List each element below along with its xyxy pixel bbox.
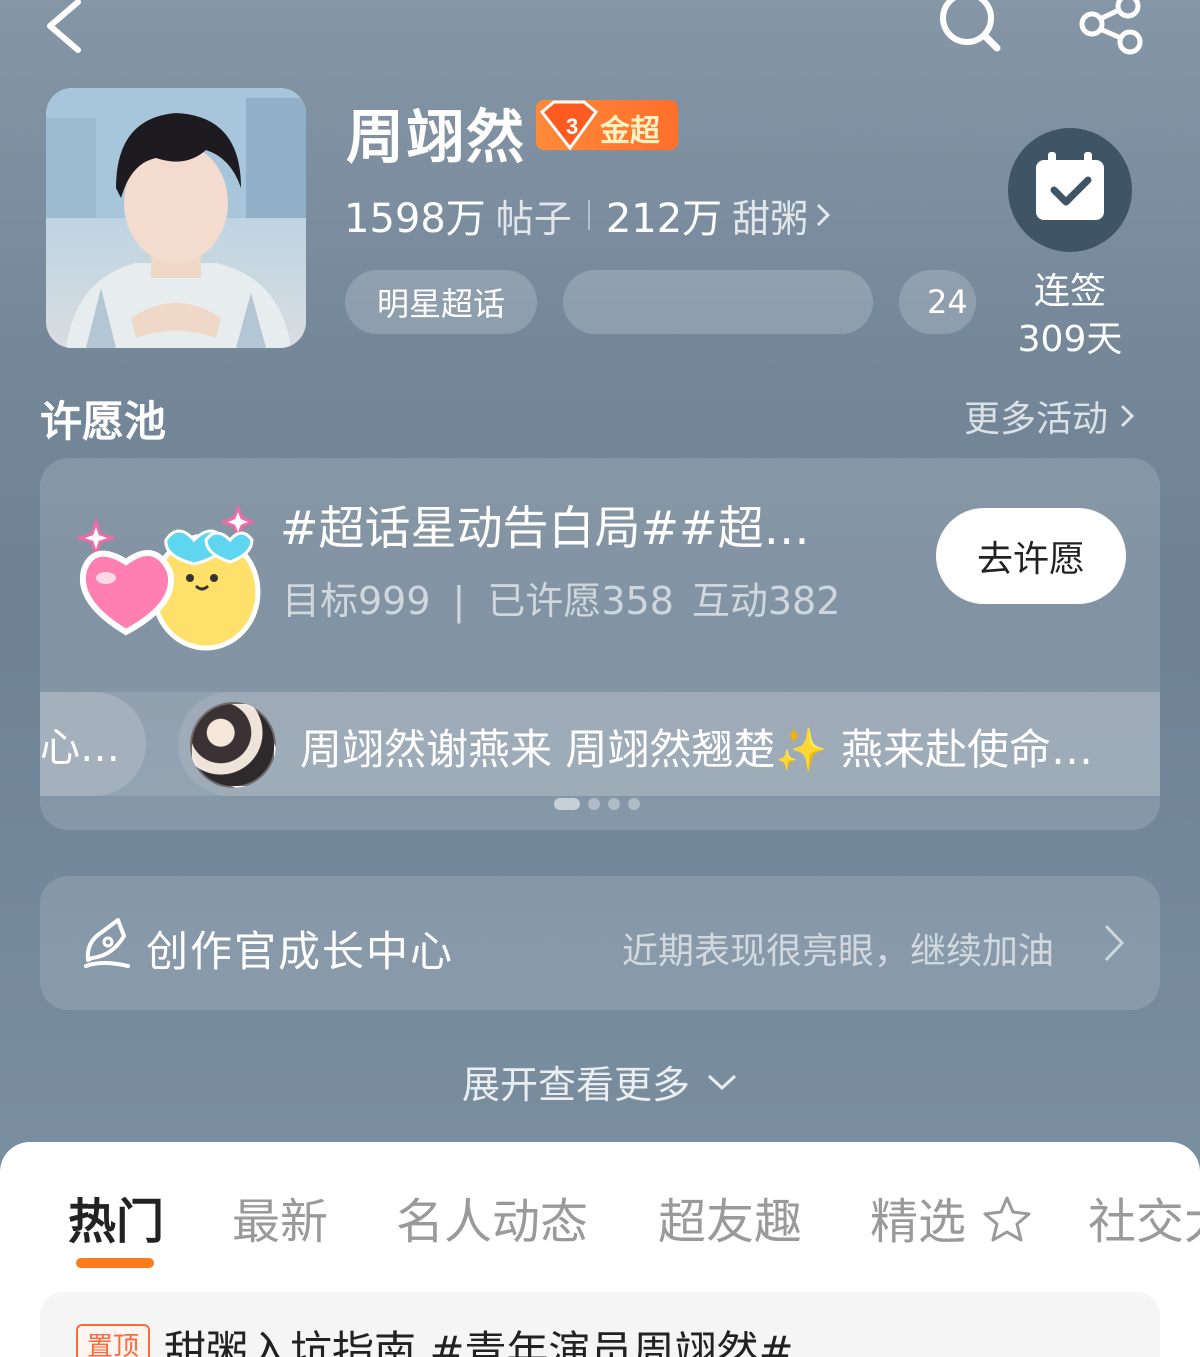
interact-count: 互动382 [691,579,841,623]
carousel-dot [628,798,640,810]
active-tab-indicator [76,1258,154,1268]
tag-pill-rank[interactable]: 24 [899,270,976,334]
checkin-button[interactable] [1008,128,1132,252]
carousel-dot [588,798,600,810]
wish-stats: 目标999 | 已许愿358 互动382 [282,570,840,625]
checkin-days: 309天 [1017,319,1123,360]
wish-stats-divider: | [452,579,466,623]
creator-center-title: 创作官成长中心 [146,927,455,976]
stats-divider [587,200,590,230]
tab-hot[interactable]: 热门 [68,1182,164,1252]
wish-title[interactable]: #超话星动告白局##超… [280,492,870,558]
creator-center-card[interactable]: 创作官成长中心 近期表现很亮眼，继续加油 [40,876,1160,1010]
chevron-down-icon [707,1074,737,1090]
calendar-check-icon [1036,152,1104,220]
chevron-right-icon [1104,924,1125,962]
wish-pool-title: 许愿池 [40,397,167,446]
wish-target: 目标999 [282,579,431,623]
diamond-icon: 3 [539,100,599,151]
profile-stats: 1598万 帖子 212万 甜粥 [344,186,832,244]
quill-pen-icon [84,918,130,968]
wish-count: 已许愿358 [487,579,674,623]
tab-featured[interactable]: 精选 [870,1182,1033,1252]
heart-mascot-sticker [75,503,261,651]
wish-feed-prev-item[interactable]: 心… [40,692,146,796]
tab-latest[interactable]: 最新 [232,1182,328,1252]
tab-social[interactable]: 社交大 [1088,1182,1200,1252]
posts-count: 1598万 [344,196,486,242]
carousel-dot [608,798,620,810]
tab-featured-label: 精选 [870,1194,967,1250]
tag-pill-blurred[interactable] [563,270,873,334]
chevron-right-icon [1120,404,1135,428]
more-activities-link[interactable]: 更多活动 [964,390,1135,442]
chevron-right-icon[interactable] [814,201,832,229]
tab-friends-fun[interactable]: 超友趣 [658,1182,802,1252]
more-activities-label: 更多活动 [964,399,1109,440]
avatar-photo [46,88,306,348]
tab-celebrity-news[interactable]: 名人动态 [396,1182,588,1252]
carousel-dot [554,798,580,810]
posts-label: 帖子 [495,196,572,241]
creator-center-subtitle: 近期表现很亮眼，继续加油 [622,931,1055,972]
fans-label[interactable]: 甜粥 [732,188,808,243]
make-wish-button[interactable]: 去许愿 [936,508,1126,604]
pinned-badge: 置顶 [76,1324,150,1357]
badge-level: 3 [566,114,578,139]
badge-label: 金超 [600,114,660,149]
checkin-label: 连签 [1033,271,1106,312]
profile-avatar[interactable] [46,88,306,348]
back-icon[interactable] [40,0,90,55]
pinned-post-title[interactable]: 甜粥入坑指南 #青年演员周翊然# [164,1318,794,1357]
expand-more-label: 展开查看更多 [461,1063,690,1107]
wish-card[interactable]: #超话星动告白局##超… 目标999 | 已许愿358 互动382 去许愿 心… 周翊… [40,458,1160,830]
avatar [190,702,276,788]
fans-count[interactable]: 212万 [606,186,722,244]
super-level-badge[interactable]: 3 金超 [536,100,678,151]
carousel-dots [554,798,640,810]
tag-pill-star[interactable]: 明星超话 [345,270,537,334]
search-icon[interactable] [935,0,1005,55]
wish-feed-text[interactable]: 周翊然谢燕来 周翊然翘楚✨ 燕来赴使命… [300,716,1160,777]
expand-more-button[interactable]: 展开查看更多 [0,1054,1200,1109]
profile-name: 周翊然 [346,103,527,171]
share-icon[interactable] [1078,0,1148,55]
star-icon [983,1196,1031,1242]
